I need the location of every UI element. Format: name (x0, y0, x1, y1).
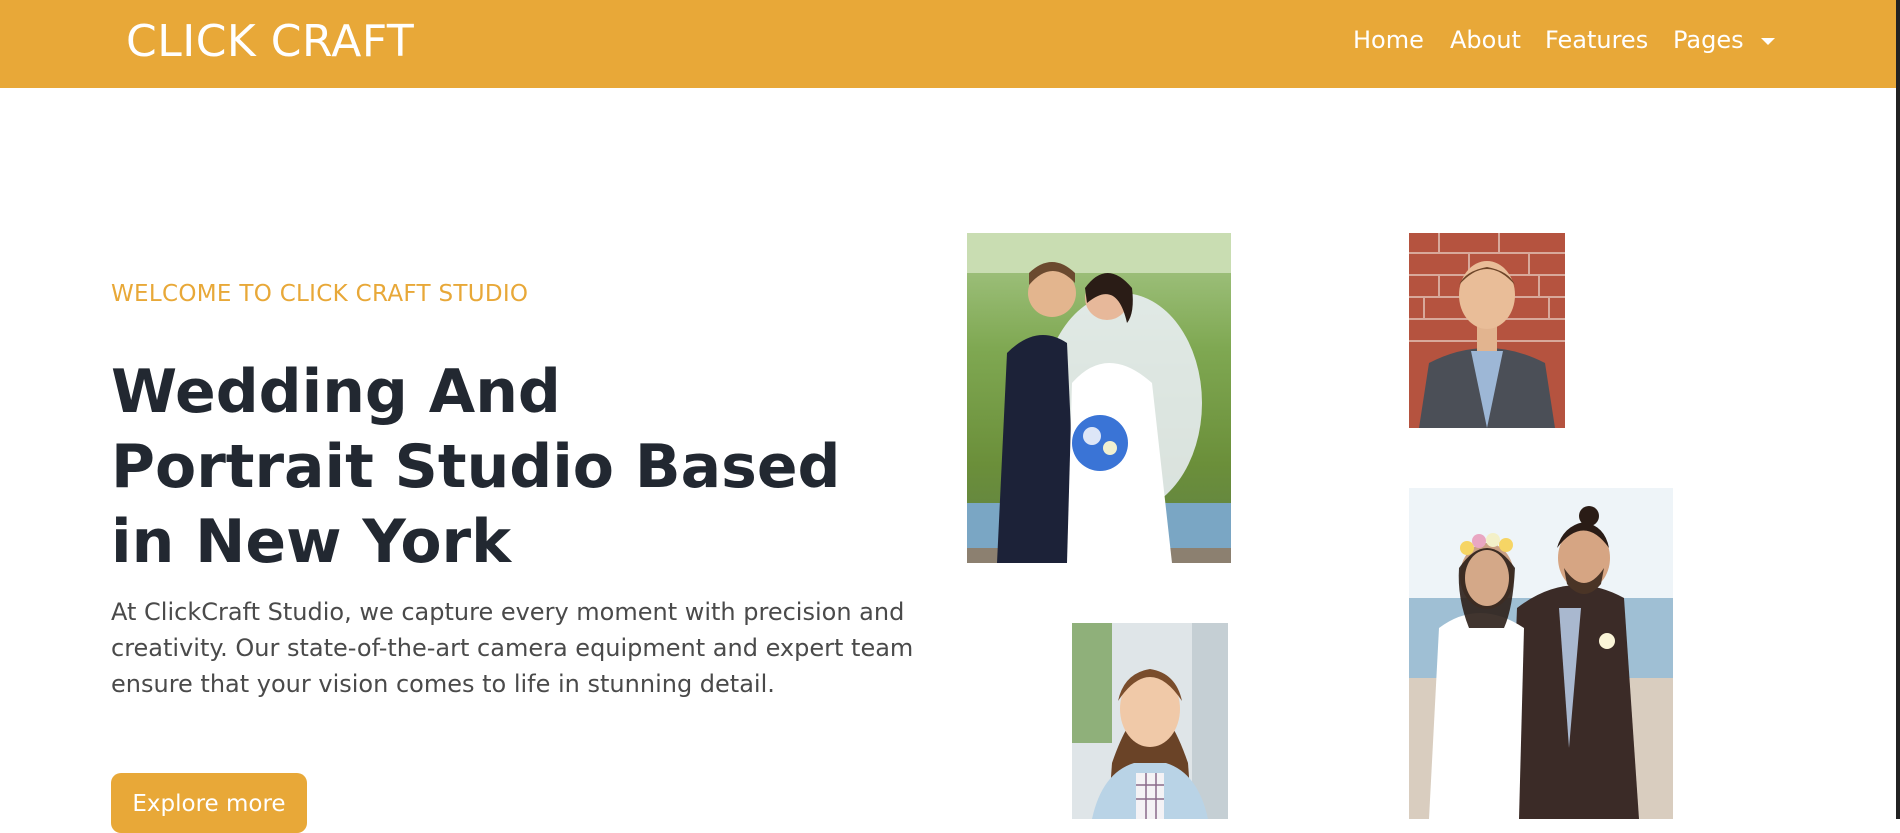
couple-flower-crown-photo (1409, 488, 1673, 819)
headline-line: in New York (111, 507, 512, 577)
wedding-couple-photo (967, 233, 1231, 563)
chevron-down-icon[interactable] (1761, 38, 1775, 45)
nav-features[interactable]: Features (1545, 26, 1648, 54)
man-portrait-photo (1409, 233, 1565, 428)
description-line: creativity. Our state-of-the-art camera … (111, 634, 914, 662)
nav-pages-dropdown[interactable]: Pages (1673, 26, 1744, 54)
description-line: ensure that your vision comes to life in… (111, 670, 775, 698)
headline-line: Portrait Studio Based (111, 432, 841, 502)
nav-about[interactable]: About (1450, 26, 1521, 54)
hero-description: At ClickCraft Studio, we capture every m… (111, 594, 951, 702)
hero-headline: Wedding And Portrait Studio Based in New… (111, 355, 871, 580)
headline-line: Wedding And (111, 357, 561, 427)
nav-home[interactable]: Home (1353, 26, 1424, 54)
scrollbar[interactable] (1896, 0, 1900, 819)
description-line: At ClickCraft Studio, we capture every m… (111, 598, 905, 626)
navbar: CLICK CRAFT Home About Features Pages (0, 0, 1900, 88)
hero-eyebrow: WELCOME TO CLICK CRAFT STUDIO (111, 281, 529, 307)
woman-portrait-photo (1072, 623, 1228, 819)
explore-more-button[interactable]: Explore more (111, 773, 307, 833)
brand-logo[interactable]: CLICK CRAFT (126, 16, 414, 67)
